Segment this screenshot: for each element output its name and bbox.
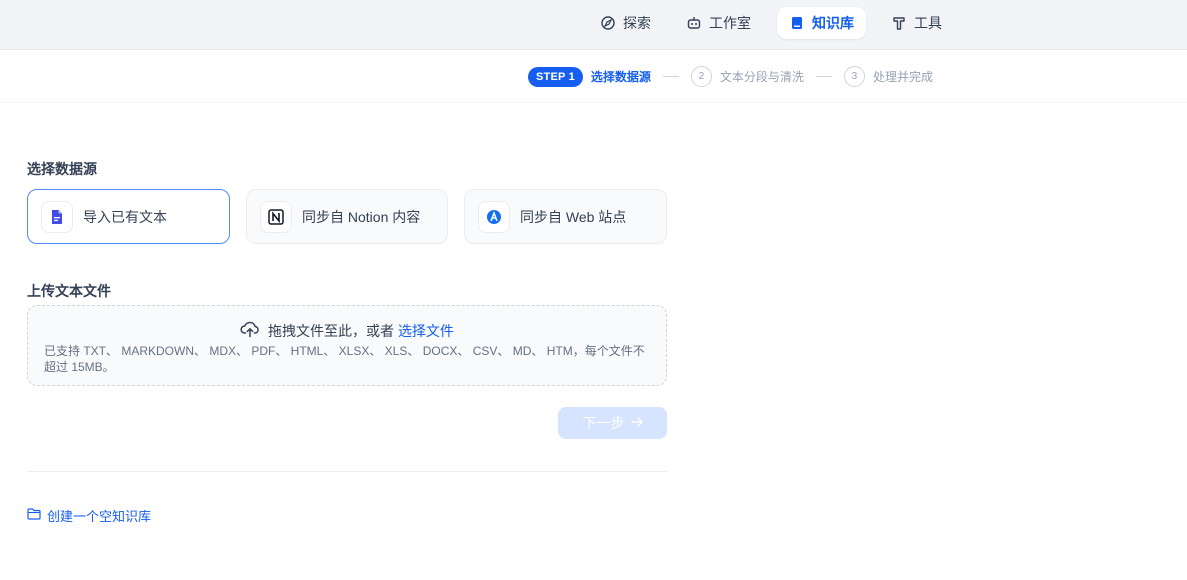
upload-title: 上传文本文件 xyxy=(27,283,111,299)
select-file-link[interactable]: 选择文件 xyxy=(398,323,454,339)
step-1-label: 选择数据源 xyxy=(590,70,651,84)
nav-label: 工作室 xyxy=(709,15,751,31)
create-empty-knowledge-link[interactable]: 创建一个空知识库 xyxy=(27,506,151,525)
divider xyxy=(27,471,667,472)
source-option-label: 导入已有文本 xyxy=(83,208,167,225)
web-icon xyxy=(478,200,510,233)
dropzone-text: 拖拽文件至此，或者 xyxy=(268,322,395,339)
hammer-icon xyxy=(891,15,907,31)
nav-label: 探索 xyxy=(623,15,651,31)
top-nav: 探索 工作室 知识库 工具 xyxy=(0,0,1187,50)
nav-tools[interactable]: 工具 xyxy=(879,7,954,39)
next-step-label: 下一步 xyxy=(582,415,625,431)
book-icon xyxy=(789,15,805,31)
source-option-label: 同步自 Notion 内容 xyxy=(302,208,421,225)
folder-icon xyxy=(27,508,41,523)
nav-knowledge[interactable]: 知识库 xyxy=(777,7,866,39)
supported-formats-hint: 已支持 TXT、 MARKDOWN、 MDX、 PDF、 HTML、 XLSX、… xyxy=(44,344,645,374)
step-separator xyxy=(815,76,832,77)
step-2-label: 文本分段与清洗 xyxy=(719,70,804,84)
arrow-right-icon xyxy=(630,415,643,431)
step-badge: STEP 1 xyxy=(528,66,583,87)
document-icon xyxy=(41,200,73,233)
step-3-label: 处理并完成 xyxy=(872,70,933,84)
source-option-notion[interactable]: 同步自 Notion 内容 xyxy=(246,189,448,244)
datasource-title: 选择数据源 xyxy=(27,161,97,177)
nav-studio[interactable]: 工作室 xyxy=(674,7,763,39)
notion-icon xyxy=(260,200,292,233)
step-3-number: 3 xyxy=(843,66,865,87)
nav-label: 工具 xyxy=(914,15,942,31)
step-separator xyxy=(662,76,679,77)
file-dropzone[interactable]: 拖拽文件至此，或者 选择文件 已支持 TXT、 MARKDOWN、 MDX、 P… xyxy=(27,305,667,386)
step-2-number: 2 xyxy=(690,66,712,87)
steps-divider xyxy=(0,102,1187,103)
next-step-button[interactable]: 下一步 xyxy=(558,407,667,439)
nav-explore[interactable]: 探索 xyxy=(588,7,663,39)
compass-icon xyxy=(600,15,616,31)
nav-label: 知识库 xyxy=(812,15,854,31)
source-option-import-text[interactable]: 导入已有文本 xyxy=(27,189,230,244)
step-indicator: STEP 1 选择数据源 2 文本分段与清洗 3 处理并完成 xyxy=(528,66,933,87)
cloud-upload-icon xyxy=(240,320,260,341)
source-option-label: 同步自 Web 站点 xyxy=(520,208,627,225)
source-option-web[interactable]: 同步自 Web 站点 xyxy=(464,189,667,244)
create-empty-label: 创建一个空知识库 xyxy=(47,509,152,524)
robot-icon xyxy=(686,15,702,31)
